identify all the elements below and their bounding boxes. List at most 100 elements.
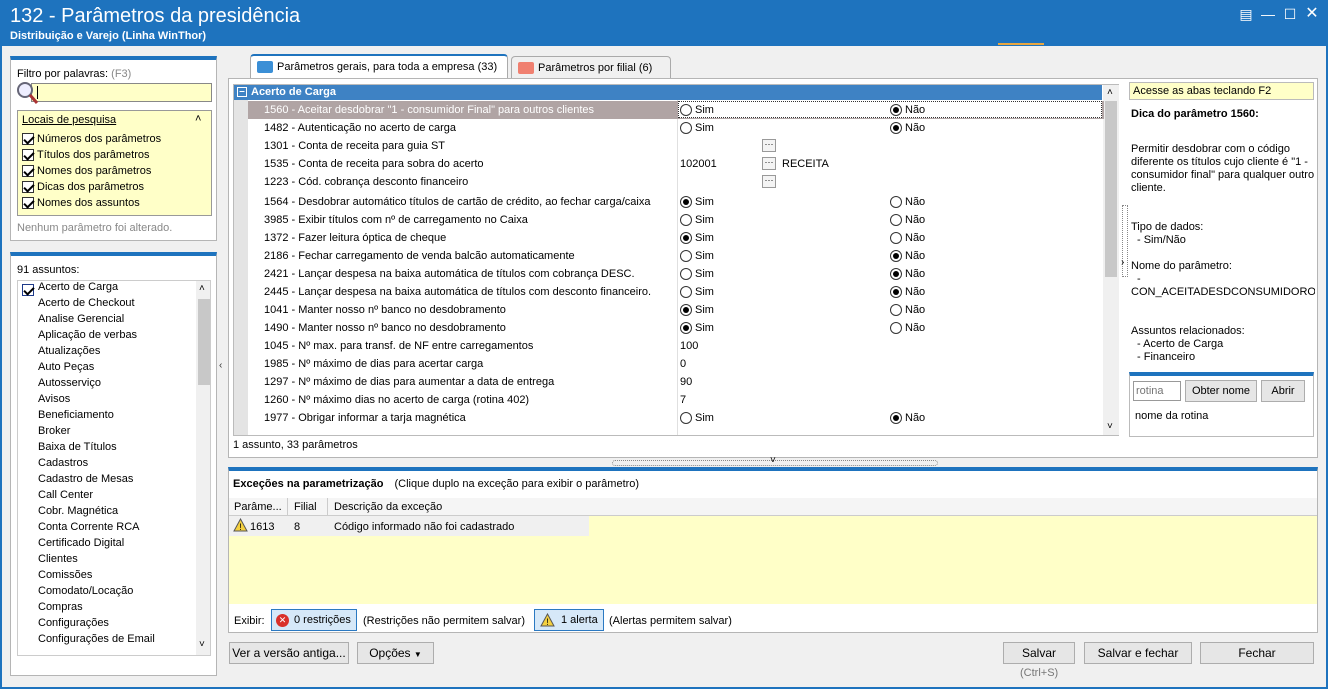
subject-item[interactable]: Compras bbox=[38, 599, 83, 615]
radio-icon[interactable] bbox=[680, 232, 692, 245]
radio-nao[interactable]: Não bbox=[890, 247, 925, 265]
radio-sim[interactable]: Sim bbox=[680, 409, 714, 427]
param-row[interactable]: 1535 - Conta de receita para sobra do ac… bbox=[248, 155, 1104, 173]
subject-item[interactable]: Cadastro de Mesas bbox=[38, 471, 133, 487]
alerta-toggle[interactable]: ! 1 alerta bbox=[534, 609, 604, 631]
tab-parametros-filial[interactable]: Parâmetros por filial (6) bbox=[511, 56, 671, 80]
radio-nao[interactable]: Não bbox=[890, 229, 925, 247]
radio-icon[interactable] bbox=[680, 214, 692, 227]
subject-item[interactable]: Conta Corrente RCA bbox=[38, 519, 140, 535]
radio-nao[interactable]: Não bbox=[890, 211, 925, 229]
text-value[interactable]: 7 bbox=[680, 391, 686, 409]
radio-icon[interactable] bbox=[890, 214, 902, 227]
param-row[interactable]: 1564 - Desdobrar automático títulos de c… bbox=[248, 193, 1104, 211]
ellipsis-button[interactable]: ··· bbox=[762, 157, 776, 170]
radio-sim[interactable]: Sim bbox=[680, 229, 714, 247]
splitter-collapse-icon[interactable]: ‹ bbox=[219, 360, 222, 371]
locais-option[interactable]: Números dos parâmetros bbox=[22, 133, 161, 146]
radio-nao[interactable]: Não bbox=[890, 101, 925, 119]
close-button[interactable]: Fechar bbox=[1200, 642, 1314, 664]
radio-sim[interactable]: Sim bbox=[680, 247, 714, 265]
subject-item[interactable]: Acerto de Checkout bbox=[38, 295, 135, 311]
subject-checkbox[interactable] bbox=[22, 284, 37, 297]
ellipsis-button[interactable]: ··· bbox=[762, 139, 776, 152]
subject-item[interactable]: Certificado Digital bbox=[38, 535, 124, 551]
radio-icon[interactable] bbox=[890, 196, 902, 209]
grid-scrollbar[interactable]: ˄ ˅ bbox=[1103, 85, 1119, 435]
param-row-selected[interactable]: 1560 - Aceitar desdobrar "1 - consumidor… bbox=[248, 101, 1104, 119]
radio-icon[interactable] bbox=[680, 286, 692, 299]
edit-icon[interactable]: ▤ bbox=[1236, 4, 1256, 24]
subject-item[interactable]: Call Center bbox=[38, 487, 93, 503]
param-row[interactable]: 1223 - Cód. cobrança desconto financeiro… bbox=[248, 173, 1104, 191]
scroll-down-icon[interactable]: ˅ bbox=[1107, 421, 1113, 432]
collapse-icon[interactable]: ˄ bbox=[195, 113, 201, 125]
param-row[interactable]: 1301 - Conta de receita para guia ST ··· bbox=[248, 137, 1104, 155]
old-version-button[interactable]: Ver a versão antiga... bbox=[229, 642, 349, 664]
subjects-scrollbar[interactable]: ˄ ˅ bbox=[196, 281, 210, 655]
lookup-value[interactable]: 102001 bbox=[680, 155, 717, 173]
options-button[interactable]: Opções ▼ bbox=[357, 642, 434, 664]
radio-icon[interactable] bbox=[890, 122, 902, 135]
scroll-up-icon[interactable]: ˄ bbox=[1107, 87, 1113, 98]
radio-icon[interactable] bbox=[890, 268, 902, 281]
radio-sim[interactable]: Sim bbox=[680, 101, 714, 119]
radio-nao[interactable]: Não bbox=[890, 301, 925, 319]
radio-nao[interactable]: Não bbox=[890, 409, 925, 427]
radio-icon[interactable] bbox=[680, 322, 692, 335]
param-row[interactable]: 1045 - Nº max. para transf. de NF entre … bbox=[248, 337, 1104, 355]
maximize-icon[interactable]: ☐ bbox=[1280, 4, 1300, 24]
save-button[interactable]: Salvar bbox=[1003, 642, 1075, 664]
subject-item[interactable]: Cadastros bbox=[38, 455, 88, 471]
param-row[interactable]: 2445 - Lançar despesa na baixa automátic… bbox=[248, 283, 1104, 301]
checkbox-icon[interactable] bbox=[22, 197, 34, 210]
param-row[interactable]: 1482 - Autenticação no acerto de carga S… bbox=[248, 119, 1104, 137]
subject-item[interactable]: Avisos bbox=[38, 391, 70, 407]
radio-nao[interactable]: Não bbox=[890, 265, 925, 283]
param-row[interactable]: 1977 - Obrigar informar a tarja magnétic… bbox=[248, 409, 1104, 427]
radio-icon[interactable] bbox=[890, 232, 902, 245]
subject-item[interactable]: Aplicação de verbas bbox=[38, 327, 137, 343]
tab-parametros-gerais[interactable]: Parâmetros gerais, para toda a empresa (… bbox=[250, 54, 508, 78]
checkbox-icon[interactable] bbox=[22, 181, 34, 194]
scroll-down-icon[interactable]: ˅ bbox=[199, 639, 205, 650]
radio-sim[interactable]: Sim bbox=[680, 211, 714, 229]
radio-nao[interactable]: Não bbox=[890, 193, 925, 211]
checkbox-icon[interactable] bbox=[22, 149, 34, 162]
param-row[interactable]: 2186 - Fechar carregamento de venda balc… bbox=[248, 247, 1104, 265]
radio-sim[interactable]: Sim bbox=[680, 193, 714, 211]
subject-item[interactable]: Analise Gerencial bbox=[38, 311, 124, 327]
text-value[interactable]: 0 bbox=[680, 355, 686, 373]
subject-item[interactable]: Comissões bbox=[38, 567, 92, 583]
subject-item[interactable]: Comodato/Locação bbox=[38, 583, 133, 599]
radio-icon[interactable] bbox=[890, 250, 902, 263]
radio-icon[interactable] bbox=[890, 286, 902, 299]
subject-item[interactable]: Configurações bbox=[38, 615, 109, 631]
subject-item[interactable]: Atualizações bbox=[38, 343, 100, 359]
restricoes-toggle[interactable]: ✕ 0 restrições bbox=[271, 609, 357, 631]
param-row[interactable]: 1490 - Manter nosso nº banco no desdobra… bbox=[248, 319, 1104, 337]
save-close-button[interactable]: Salvar e fechar bbox=[1084, 642, 1192, 664]
subject-item[interactable]: Cobr. Magnética bbox=[38, 503, 118, 519]
column-header[interactable]: Filial bbox=[294, 501, 317, 513]
checkbox-icon[interactable] bbox=[22, 165, 34, 178]
subject-item[interactable]: Auto Peças bbox=[38, 359, 94, 375]
column-header[interactable]: Descrição da exceção bbox=[334, 501, 442, 513]
param-row[interactable]: 1985 - Nº máximo de dias para acertar ca… bbox=[248, 355, 1104, 373]
filter-search-input[interactable] bbox=[31, 83, 212, 102]
close-icon[interactable]: ✕ bbox=[1302, 4, 1322, 24]
param-row[interactable]: 1372 - Fazer leitura óptica de cheque Si… bbox=[248, 229, 1104, 247]
radio-sim[interactable]: Sim bbox=[680, 283, 714, 301]
column-header[interactable]: Parâme... bbox=[234, 501, 282, 513]
rotina-input[interactable] bbox=[1133, 381, 1181, 401]
abrir-button[interactable]: Abrir bbox=[1261, 380, 1305, 402]
text-value[interactable]: 100 bbox=[680, 337, 698, 355]
scroll-thumb[interactable] bbox=[1105, 101, 1117, 277]
subject-item[interactable]: Baixa de Títulos bbox=[38, 439, 117, 455]
radio-icon[interactable] bbox=[680, 250, 692, 263]
radio-icon[interactable] bbox=[680, 412, 692, 425]
radio-sim[interactable]: Sim bbox=[680, 319, 714, 337]
radio-nao[interactable]: Não bbox=[890, 283, 925, 301]
radio-nao[interactable]: Não bbox=[890, 119, 925, 137]
radio-icon[interactable] bbox=[680, 304, 692, 317]
